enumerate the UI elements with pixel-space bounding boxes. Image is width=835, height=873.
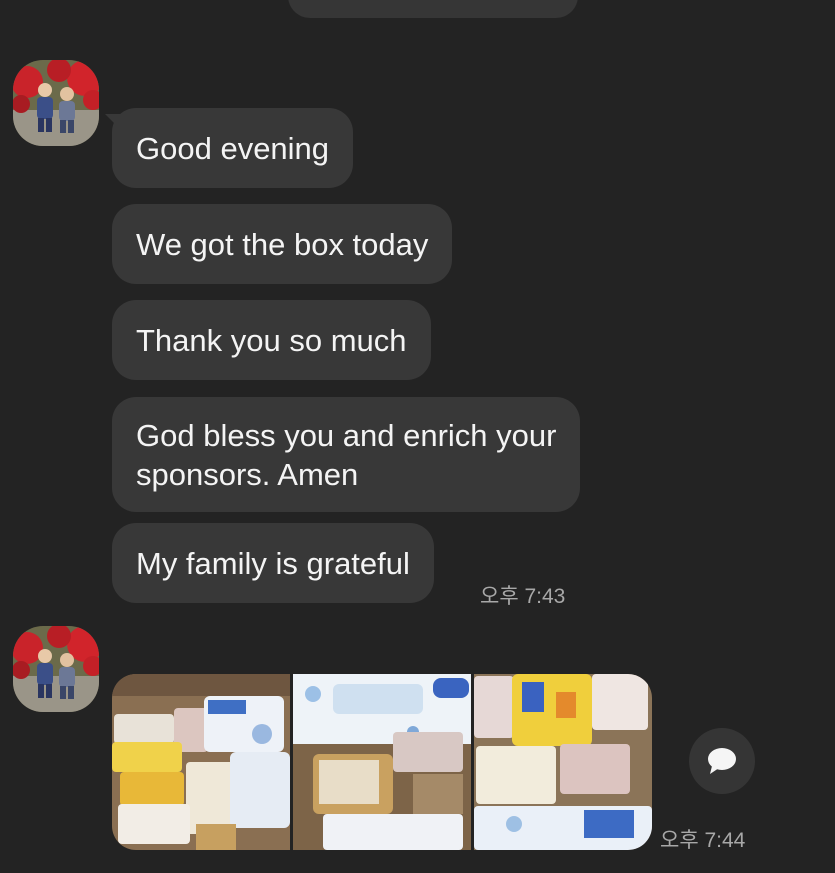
box-photo-icon [112,674,290,850]
message-text: God bless you and enrich your [136,418,557,453]
message-bubble[interactable]: Good evening [112,108,354,188]
box-photo-icon [293,674,471,850]
box-photo-icon [474,674,652,850]
message-timestamp: 오후 7:44 [660,829,746,852]
share-button[interactable] [689,728,755,794]
photo-grid[interactable] [112,674,652,850]
photo-thumbnail[interactable] [474,674,652,850]
message-text: Good evening [136,131,330,166]
message-text: We got the box today [136,227,429,262]
message-text: sponsors. Amen [136,457,359,492]
message-bubble[interactable]: We got the box today [112,204,453,284]
previous-message-bubble[interactable] [288,0,578,18]
avatar-photo-icon [13,626,99,712]
message-bubble[interactable]: God bless you and enrich your sponsors. … [112,397,581,512]
photo-thumbnail[interactable] [112,674,290,850]
photo-thumbnail[interactable] [293,674,471,850]
message-timestamp: 오후 7:43 [480,585,566,608]
message-text: Thank you so much [136,323,407,358]
message-bubble[interactable]: My family is grateful [112,523,434,603]
message-bubble[interactable]: Thank you so much [112,300,431,380]
contact-avatar[interactable] [13,626,99,712]
avatar-photo-icon [13,60,99,146]
speech-bubble-icon [708,748,736,774]
message-text: My family is grateful [136,546,410,581]
contact-avatar[interactable] [13,60,99,146]
